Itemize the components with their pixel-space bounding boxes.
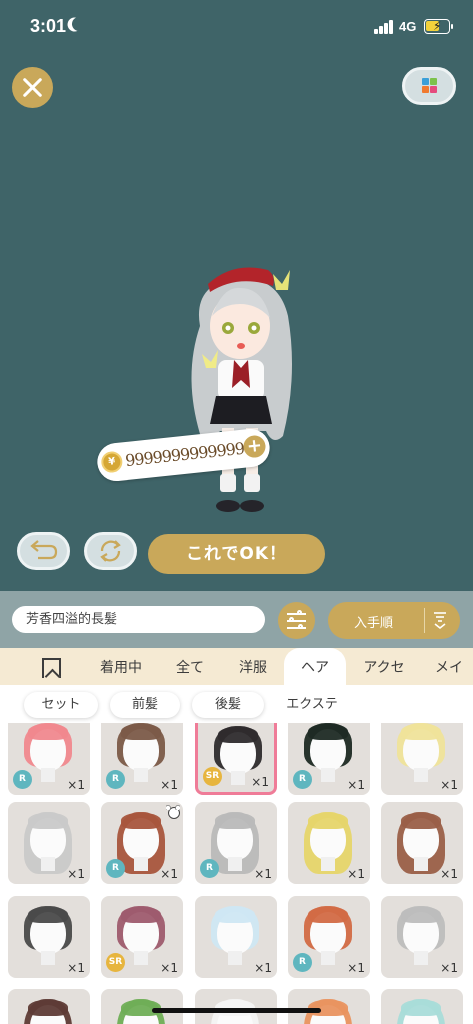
hair-item[interactable]: R ×1 [288, 896, 370, 978]
subtab-set[interactable]: セット [24, 692, 98, 718]
ok-button[interactable]: これでOK！ [148, 534, 325, 574]
refresh-icon [100, 540, 121, 562]
category-tabs: 着用中 全て 洋服 ヘア アクセ メイ [0, 648, 473, 685]
tab-all[interactable]: 全て [160, 648, 220, 685]
rarity-badge: R [293, 953, 312, 972]
hair-item[interactable]: ×1 [8, 802, 90, 884]
rarity-badge: SR [203, 767, 222, 786]
item-count: ×1 [67, 867, 85, 881]
item-count: ×1 [347, 778, 365, 792]
filter-button[interactable] [278, 602, 315, 639]
hair-item[interactable]: R ×1 [101, 723, 183, 795]
item-count: ×1 [67, 778, 85, 792]
rarity-badge: SR [106, 953, 125, 972]
hair-item[interactable] [288, 989, 370, 1024]
rarity-badge: R [106, 770, 125, 789]
status-bar: 3:01 4G ⚡ [0, 0, 473, 56]
item-count: ×1 [254, 961, 272, 975]
hair-item[interactable]: R ×1 [8, 723, 90, 795]
subtab-extensions[interactable]: エクステ [272, 692, 352, 718]
network-type: 4G [399, 19, 417, 34]
item-count: ×1 [160, 961, 178, 975]
hair-item[interactable] [101, 989, 183, 1024]
tab-hair[interactable]: ヘア [284, 648, 346, 685]
item-count: ×1 [440, 961, 458, 975]
item-count: ×1 [254, 867, 272, 881]
status-time: 3:01 [30, 16, 67, 36]
item-count: ×1 [160, 778, 178, 792]
hair-item[interactable]: ×1 [288, 802, 370, 884]
tab-accessory[interactable]: アクセ [350, 648, 418, 685]
color-palette-button[interactable] [402, 67, 456, 105]
avatar-figure [191, 267, 292, 512]
hair-item[interactable] [195, 989, 277, 1024]
hair-subtabs: セット 前髪 後髪 エクステ [0, 685, 473, 723]
battery-icon: ⚡ [424, 19, 450, 34]
bear-icon [166, 805, 180, 819]
hair-item[interactable]: ×1 [195, 896, 277, 978]
item-count: ×1 [347, 867, 365, 881]
item-count: ×1 [440, 867, 458, 881]
undo-icon [30, 540, 58, 560]
hair-item[interactable]: R ×1 [101, 802, 183, 884]
rarity-badge: R [13, 770, 32, 789]
butterfly [273, 270, 290, 290]
coin-icon: ¥ [100, 450, 124, 474]
price-value: 99999999999999 [124, 437, 255, 471]
tab-makeup[interactable]: メイ [425, 648, 473, 685]
hair-item[interactable]: R ×1 [195, 802, 277, 884]
sort-label: 入手順 [354, 616, 394, 631]
hair-item[interactable]: SR ×1 [101, 896, 183, 978]
hair-item[interactable]: ×1 [381, 723, 463, 795]
sort-order-icon [434, 612, 446, 630]
color-palette-icon [422, 78, 438, 94]
item-count: ×1 [67, 961, 85, 975]
signal-icon [374, 20, 394, 34]
subtab-back-hair[interactable]: 後髪 [192, 692, 264, 718]
hair-item[interactable]: ×1 [8, 896, 90, 978]
bookmark-icon[interactable] [42, 658, 61, 678]
home-indicator [152, 1008, 321, 1013]
refresh-button[interactable] [84, 532, 137, 570]
rarity-badge: R [293, 770, 312, 789]
hair-item[interactable]: ×1 [381, 896, 463, 978]
item-count: ×1 [160, 867, 178, 881]
item-count: ×1 [347, 961, 365, 975]
item-name-field[interactable]: 芳香四溢的長髪 [12, 606, 265, 633]
item-count: ×1 [251, 775, 269, 789]
tab-wearing[interactable]: 着用中 [84, 648, 158, 685]
rarity-badge: R [106, 859, 125, 878]
do-not-disturb-icon [70, 15, 88, 33]
hair-item[interactable] [381, 989, 463, 1024]
hair-item[interactable]: SR ×1 [195, 723, 277, 795]
close-button[interactable] [12, 67, 53, 108]
item-count: ×1 [440, 778, 458, 792]
item-grid: R ×1 R ×1 SR ×1 R ×1 ×1 ×1 R ×1 R ×1 ×1 ×1 ×1 SR ×1 ×1 R ×1 ×1 [0, 723, 473, 1024]
subtab-bangs[interactable]: 前髪 [110, 692, 180, 718]
undo-button[interactable] [17, 532, 70, 570]
tab-clothes[interactable]: 洋服 [222, 648, 284, 685]
sort-button[interactable]: 入手順 [328, 602, 460, 639]
hair-item[interactable]: ×1 [381, 802, 463, 884]
rarity-badge: R [200, 859, 219, 878]
hair-item[interactable]: R ×1 [288, 723, 370, 795]
hair-item[interactable] [8, 989, 90, 1024]
